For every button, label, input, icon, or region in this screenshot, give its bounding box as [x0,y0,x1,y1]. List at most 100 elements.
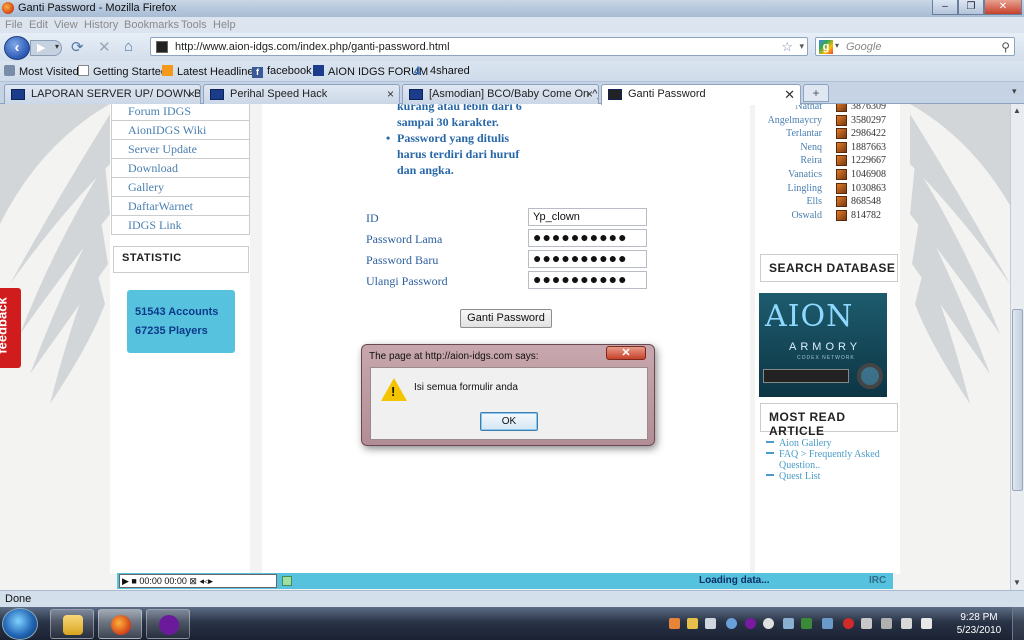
armory-search-field[interactable] [763,369,849,383]
nav-forum-idgs[interactable]: Forum IDGS [111,104,250,121]
article-faq[interactable]: FAQ > Frequently Asked [766,449,880,460]
ranking-row[interactable]: Terlantar 2986422 [760,128,890,141]
vertical-scrollbar[interactable]: ▲ ▼ [1010,104,1024,590]
tray-window-icon[interactable] [705,618,716,629]
ranking-row[interactable]: Oswald 814782 [760,209,890,223]
ranking-row[interactable]: Vanatics 1046908 [760,169,890,182]
address-bar[interactable]: http://www.aion-idgs.com/index.php/ganti… [150,37,808,56]
start-button[interactable] [2,608,38,640]
tab-ganti-password[interactable]: Ganti Password ✕ [601,84,801,105]
menu-file[interactable]: File [5,19,23,31]
feedback-tab[interactable]: feedback [0,288,21,368]
nav-idgs-link[interactable]: IDGS Link [111,216,250,235]
bookmark-most-visited[interactable]: Most Visited [4,65,79,78]
menu-tools[interactable]: Tools [181,19,207,31]
article-faq-cont[interactable]: Question.. [779,460,820,471]
player-controls[interactable]: ▶ ■ 00:00 00:00 ⊠ ◂◃▸ [119,574,277,588]
history-dropdown-icon[interactable]: ▾ [55,42,59,51]
aion-armory-banner[interactable]: AION ARMORY CODEX NETWORK [759,293,887,397]
menu-history[interactable]: History [84,19,118,31]
nav-server-update[interactable]: Server Update [111,140,250,159]
magnifier-icon[interactable] [857,363,883,389]
url-text[interactable]: http://www.aion-idgs.com/index.php/ganti… [175,41,450,53]
new-password-input[interactable]: ●●●●●●●●●● [528,250,647,268]
dialog-close-button[interactable]: ✕ [606,346,646,360]
irc-label[interactable]: IRC [869,575,886,586]
article-quest-list[interactable]: Quest List [766,471,820,482]
tab-laporan-server[interactable]: LAPORAN SERVER UP/ DOWN BISA ...× [4,84,201,104]
search-placeholder[interactable]: Google [846,41,881,53]
tab-perihal-speed-hack[interactable]: Perihal Speed Hack × [203,84,400,104]
close-tab-icon[interactable]: × [387,87,394,101]
ranking-row[interactable]: Angelmaycry 3580297 [760,114,890,128]
search-database-heading: SEARCH DATABASE [760,254,898,282]
stop-icon[interactable]: ✕ [98,38,111,56]
list-all-tabs-icon[interactable]: ▾ [1012,86,1017,97]
bookmark-star-icon[interactable]: ☆ [781,39,793,55]
tab-asmodian-bco[interactable]: [Asmodian] BCO/Baby Come On ^_^ ...× [402,84,599,104]
id-input[interactable]: Yp_clown [528,208,647,226]
ranking-row[interactable]: Nathat 3876309 [760,104,890,114]
menu-bookmarks[interactable]: Bookmarks [124,19,179,31]
bookmark-facebook[interactable]: f facebook [252,65,312,78]
taskbar-explorer[interactable] [50,609,94,639]
bookmark-latest-headlines[interactable]: Latest Headlines [162,65,259,78]
new-tab-button[interactable]: + [803,84,829,102]
article-aion-gallery[interactable]: Aion Gallery [766,438,832,449]
close-tab-icon[interactable]: × [188,87,195,101]
show-desktop-button[interactable] [1012,607,1024,640]
tray-antivirus-icon[interactable] [843,618,854,629]
back-button[interactable]: ‹ [4,36,30,60]
search-box[interactable]: g ▾ Google ⚲ [815,37,1015,56]
taskbar-clock[interactable]: 9:28 PM 5/23/2010 [955,611,1003,637]
tray-yahoo-icon[interactable] [745,618,756,629]
ranking-row[interactable]: Reira 1229667 [760,155,890,168]
bookmark-aion-idgs-forum[interactable]: AION IDGS FORUM [313,65,428,78]
player-score: 1229667 [851,155,886,167]
ranking-row[interactable]: Nenq 1887663 [760,141,890,155]
ganti-password-button[interactable]: Ganti Password [460,309,552,328]
minimize-button[interactable]: – [932,0,958,15]
tray-signal-icon[interactable] [801,618,812,629]
menu-help[interactable]: Help [213,19,236,31]
scroll-up-icon[interactable]: ▲ [1013,106,1021,115]
tray-flag-icon[interactable] [901,618,912,629]
taskbar-firefox[interactable] [98,609,142,639]
engine-dropdown-icon[interactable]: ▾ [835,41,839,50]
bookmark-4shared[interactable]: 4 4shared [414,65,470,77]
scrollbar-thumb[interactable] [1012,309,1023,491]
nav-daftarwarnet[interactable]: DaftarWarnet [111,197,250,216]
ranking-row[interactable]: Lingling 1030863 [760,182,890,196]
bookmark-getting-started[interactable]: Getting Started [78,65,167,78]
url-dropdown-icon[interactable]: ▾ [799,41,804,52]
ok-button[interactable]: OK [480,412,538,431]
search-icon[interactable]: ⚲ [1001,40,1010,54]
nav-download[interactable]: Download [111,159,250,178]
tray-folder-icon[interactable] [687,618,698,629]
tray-wifi-icon[interactable] [783,618,794,629]
close-tab-icon[interactable]: × [586,87,593,101]
maximize-button[interactable]: ❐ [958,0,984,15]
taskbar-yahoo-messenger[interactable] [146,609,190,639]
menu-view[interactable]: View [54,19,78,31]
reload-icon[interactable]: ⟳ [71,38,84,56]
repeat-password-input[interactable]: ●●●●●●●●●● [528,271,647,289]
old-password-input[interactable]: ●●●●●●●●●● [528,229,647,247]
scroll-down-icon[interactable]: ▼ [1013,578,1021,587]
ranking-row[interactable]: Ells 868548 [760,196,890,209]
tray-misc-icon[interactable] [881,618,892,629]
tray-app-icon[interactable] [669,618,680,629]
menu-edit[interactable]: Edit [29,19,48,31]
close-window-button[interactable]: ✕ [984,0,1022,15]
nav-aionidgs-wiki[interactable]: AionIDGS Wiki [111,121,250,140]
tray-globe-icon[interactable] [763,618,774,629]
bullet-dash-icon [766,452,774,454]
google-icon[interactable]: g [819,40,833,54]
home-icon[interactable]: ⌂ [124,38,133,55]
volume-icon[interactable] [921,618,932,629]
tray-network-icon[interactable] [726,618,737,629]
nav-gallery[interactable]: Gallery [111,178,250,197]
tray-monitor-icon[interactable] [822,618,833,629]
tray-device-icon[interactable] [861,618,872,629]
close-tab-icon[interactable]: ✕ [784,87,795,103]
